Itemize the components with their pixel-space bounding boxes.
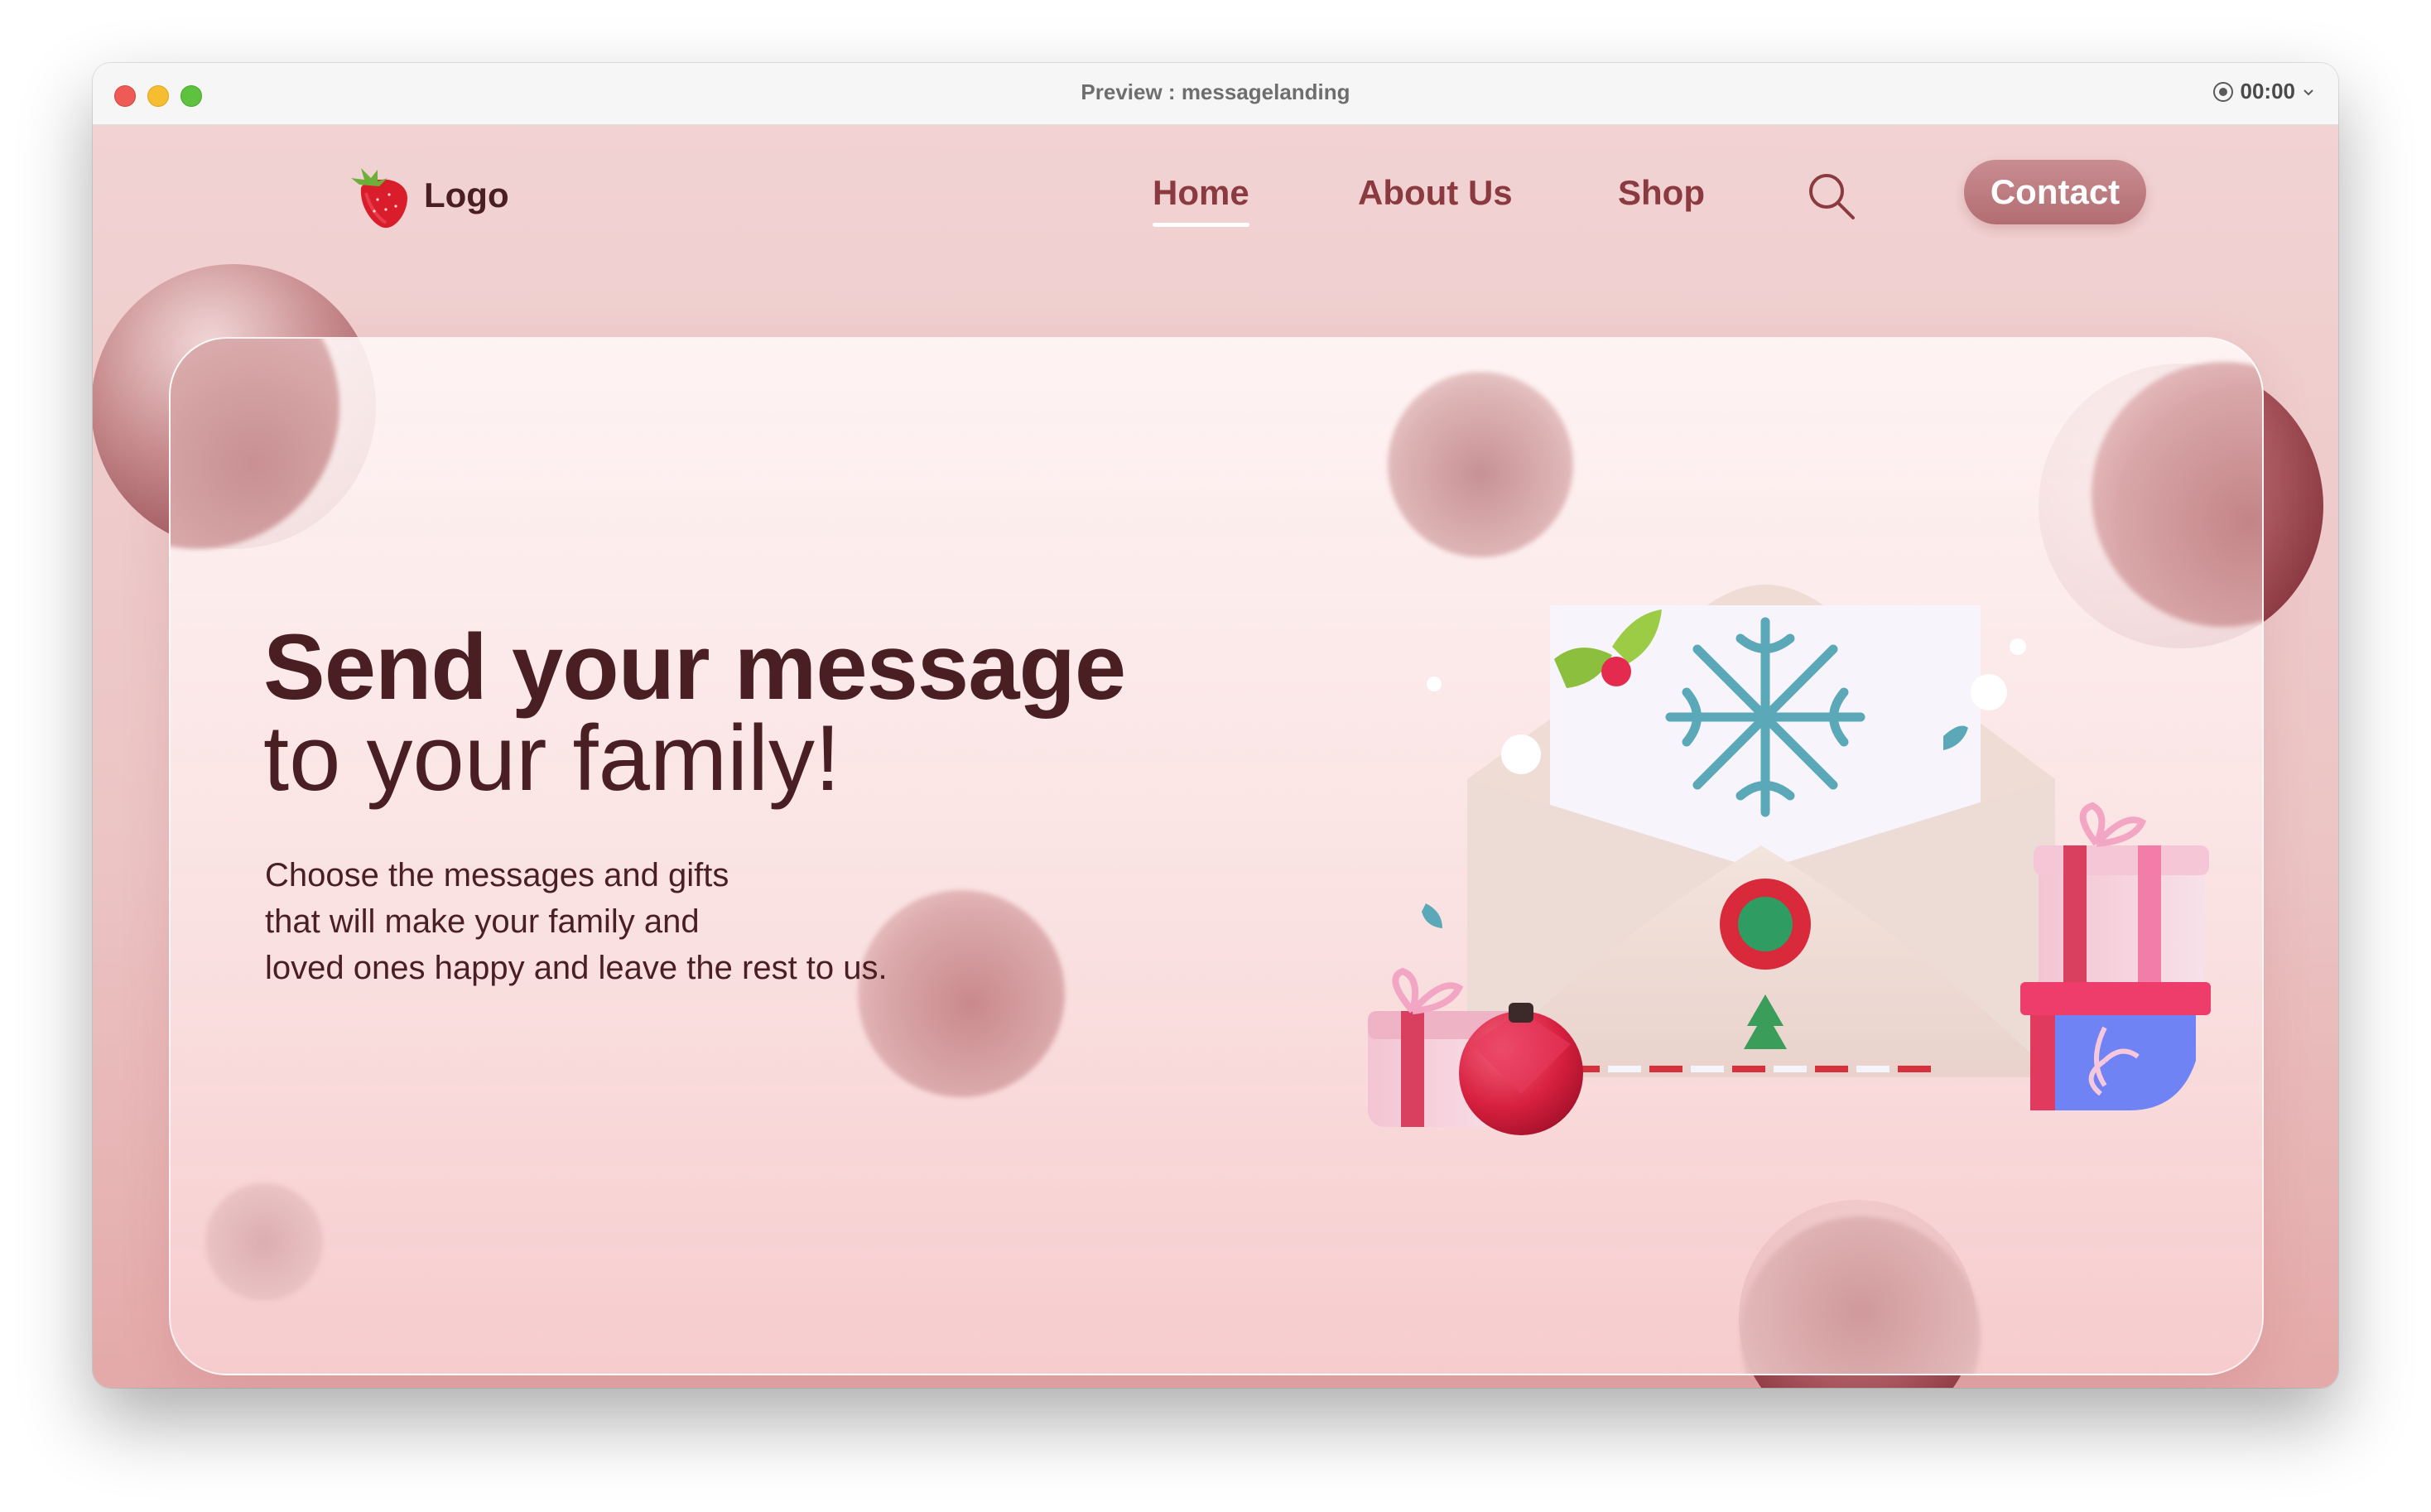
nav-shop[interactable]: Shop — [1618, 173, 1705, 213]
window-title: Preview : messagelanding — [1081, 79, 1350, 104]
contact-button[interactable]: Contact — [1964, 160, 2146, 224]
page-content: Logo Home About Us Shop Contact Send you… — [93, 125, 2338, 1388]
hero-description: Choose the messages and gifts that will … — [265, 852, 1010, 991]
logo-text: Logo — [424, 176, 509, 214]
blurred-sphere — [171, 339, 339, 549]
active-indicator — [1153, 223, 1249, 227]
description-line: loved ones happy and leave the rest to u… — [265, 950, 888, 986]
nav-home[interactable]: Home — [1153, 173, 1249, 227]
description-line: that will make your family and — [265, 903, 700, 940]
snowflake-icon — [1665, 617, 1865, 817]
gift-stack-right-icon — [2020, 802, 2211, 1110]
description-line: Choose the messages and gifts — [265, 857, 729, 893]
top-navigation: Logo Home About Us Shop Contact — [93, 125, 2338, 274]
browser-window: Preview : messagelanding 00:00 Logo Home… — [93, 63, 2338, 1388]
christmas-envelope-illustration — [1368, 585, 2211, 1135]
recording-control[interactable]: 00:00 — [2212, 79, 2316, 104]
strawberry-icon — [351, 168, 407, 229]
blurred-sphere — [1740, 1216, 1981, 1374]
logo[interactable]: Logo — [341, 160, 509, 231]
recording-time: 00:00 — [2240, 79, 2296, 104]
chevron-down-icon[interactable] — [2302, 85, 2315, 99]
title-bar: Preview : messagelanding 00:00 — [93, 63, 2338, 125]
blurred-sphere — [205, 1183, 323, 1301]
nav-about-us[interactable]: About Us — [1358, 173, 1513, 213]
search-icon[interactable] — [1805, 170, 1858, 223]
wax-seal-icon — [1720, 879, 1811, 970]
record-icon — [2212, 81, 2233, 102]
hero-subheadline: to your family! — [263, 706, 841, 810]
nav-home-label: Home — [1153, 173, 1249, 212]
